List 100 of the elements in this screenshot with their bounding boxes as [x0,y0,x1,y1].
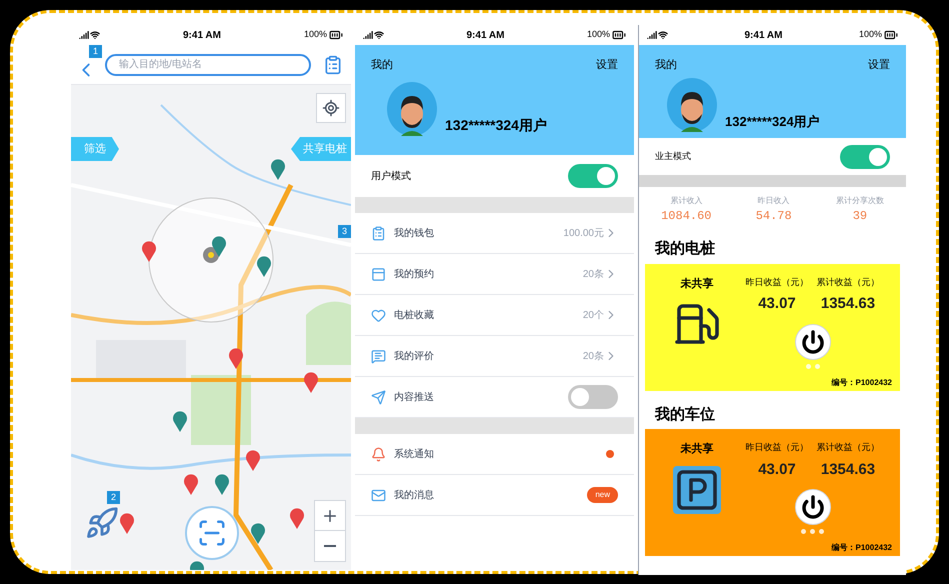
row-value: 20条 [582,350,604,364]
section-heading: 我的车位 [654,404,716,424]
parking-sign-icon [673,466,721,514]
paper-plane-icon [371,390,386,404]
battery-percent: 100% [858,28,882,42]
status-time: 9:41 AM [744,28,782,42]
page-title: 我的 [655,58,677,73]
mode-label: 业主模式 [655,150,691,163]
stat-value: 39 [852,208,868,225]
map-pin-icon[interactable] [141,240,157,262]
power-button[interactable] [794,324,830,360]
map-pin-icon[interactable] [256,254,272,277]
stat-value: 1084.60 [661,208,712,225]
menu-row[interactable]: 我的预约 20条 [355,254,634,295]
signal-icon [647,30,657,40]
map-pin-icon[interactable] [183,473,199,495]
menu-row[interactable]: 系统通知 [355,434,634,475]
settings-button[interactable]: 设置 [596,57,618,74]
stat-label: 累计分享次数 [836,195,884,207]
row-label: 我的钱包 [394,226,434,240]
menu-row[interactable]: 我的评价 20条 [355,336,634,377]
row-value: 20条 [582,268,604,282]
toggle-switch[interactable] [840,144,890,168]
asset-card[interactable]: 未共享 昨日收益（元） 43.07 累计收益（元） 1354.63 编号：P1002432 [645,429,900,556]
mail-icon [371,488,386,502]
map-pin-icon[interactable] [250,522,266,544]
status-time: 9:41 AM [466,28,504,42]
bell-icon [371,446,386,462]
menu-row[interactable]: 电桩收藏 20个 [355,295,634,336]
battery-icon [328,28,343,42]
section-heading: 我的电桩 [654,238,716,259]
stat-label: 累计收入 [670,195,702,207]
earnings-value: 1354.63 [820,294,876,314]
earnings-label: 累计收益（元） [816,441,880,454]
battery-icon [612,28,626,42]
power-icon [800,495,824,519]
new-badge: new [587,487,618,503]
share-status: 未共享 [680,441,714,457]
annotation-badge: 1 [89,45,102,58]
asset-code: 编号：P1002432 [832,376,892,388]
map-pin-icon[interactable] [270,158,286,180]
map-pin-icon[interactable] [244,448,261,471]
row-label: 我的消息 [394,488,434,502]
wifi-icon [374,30,384,40]
wifi-icon [90,30,100,40]
page-title: 我的 [371,58,393,73]
avatar [387,82,437,136]
row-value: 100.00元 [563,226,604,240]
map-pin-icon[interactable] [289,506,306,529]
annotation-badge: 3 [338,225,351,238]
map-pin-icon[interactable] [303,371,320,394]
row-label: 我的评价 [394,350,434,364]
stat-value: 54.78 [756,208,792,225]
annotation-badge: 2 [107,491,120,504]
signal-icon [363,30,373,40]
map-pin-icon[interactable] [172,410,188,432]
battery-icon [884,28,898,42]
settings-button[interactable]: 设置 [868,57,890,74]
username: 132*****324用户 [445,116,547,134]
row-label: 系统通知 [394,448,434,462]
signal-icon [79,30,89,40]
scan-icon [197,518,227,548]
mode-label: 用户模式 [371,170,411,184]
row-label: 内容推送 [394,390,434,404]
menu-row[interactable]: 我的消息 new [355,475,634,516]
toggle-switch[interactable] [568,164,618,188]
row-value: 20个 [582,308,604,322]
minus-icon [324,545,336,547]
clipboard-icon [323,54,343,74]
status-time: 9:41 AM [182,28,221,42]
clipboard-icon [371,226,386,240]
row-label: 我的预约 [394,268,434,282]
map-pin-icon[interactable] [118,512,135,534]
earnings-label: 昨日收益（元） [746,441,808,454]
username: 132*****324用户 [725,113,820,131]
map-pin-icon[interactable] [228,346,244,369]
battery-percent: 100% [304,28,327,42]
earnings-value: 43.07 [758,460,796,480]
chat-icon [371,348,386,364]
stat-label: 昨日收入 [758,195,790,207]
locate-button[interactable] [316,93,346,123]
search-field[interactable]: 输入目的地/电站名 [105,54,311,76]
power-button[interactable] [794,489,830,525]
earnings-value: 1354.63 [820,460,876,480]
map-pin-icon[interactable] [214,473,230,495]
locate-icon [322,99,340,117]
asset-code: 编号：P1002432 [832,542,892,554]
battery-percent: 100% [586,28,610,42]
wifi-icon [658,30,668,40]
asset-card[interactable]: 未共享 昨日收益（元） 43.07 累计收益（元） 1354.63 编号：P1002432 [645,264,900,390]
heart-icon [371,308,386,322]
map-pin-icon[interactable] [211,235,227,258]
toggle-switch[interactable] [568,385,618,409]
calendar-panel-icon [371,266,386,282]
earnings-label: 累计收益（元） [816,276,880,288]
power-icon [800,330,824,354]
menu-row[interactable]: 我的钱包 100.00元 [355,213,634,254]
earnings-value: 43.07 [758,294,796,314]
rocket-icon[interactable] [85,506,119,540]
avatar [667,78,717,132]
